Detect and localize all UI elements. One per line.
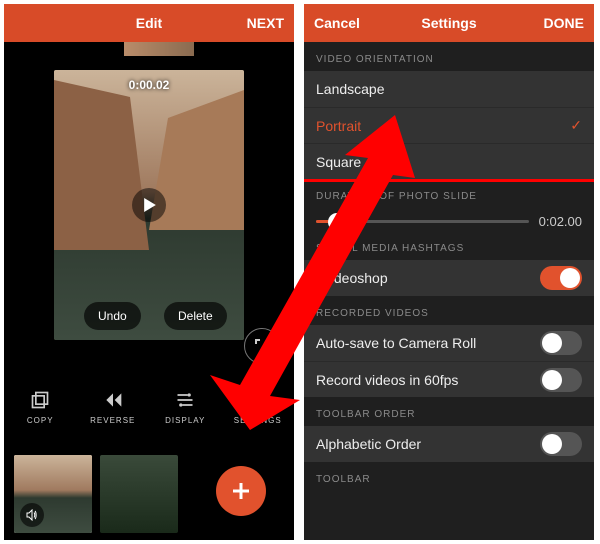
section-heading: DURATION OF PHOTO SLIDE bbox=[304, 179, 594, 208]
60fps-row: Record videos in 60fps bbox=[304, 361, 594, 397]
hashtag-label: #videoshop bbox=[316, 270, 388, 286]
section-heading: RECORDED VIDEOS bbox=[304, 296, 594, 325]
hashtag-toggle[interactable] bbox=[540, 266, 582, 290]
fullscreen-button[interactable] bbox=[244, 328, 280, 364]
cancel-button[interactable]: Cancel bbox=[314, 15, 360, 31]
tool-label: COPY bbox=[27, 416, 54, 425]
reverse-button[interactable]: REVERSE bbox=[77, 390, 150, 425]
alphabetic-toggle[interactable] bbox=[540, 432, 582, 456]
tool-label: SETTINGS bbox=[234, 416, 282, 425]
edit-toolbar: COPY REVERSE DISPLAY SETTINGS bbox=[4, 390, 294, 425]
edit-header: Edit NEXT bbox=[4, 4, 294, 42]
timeline-strip[interactable] bbox=[4, 42, 294, 56]
row-label: Auto-save to Camera Roll bbox=[316, 335, 476, 351]
tool-label: REVERSE bbox=[90, 416, 135, 425]
preview-timestamp: 0:00.02 bbox=[129, 78, 170, 92]
duration-slider[interactable] bbox=[316, 220, 529, 223]
section-heading: VIDEO ORIENTATION bbox=[304, 42, 594, 71]
done-button[interactable]: DONE bbox=[544, 15, 584, 31]
delete-button[interactable]: Delete bbox=[164, 302, 227, 330]
undo-button[interactable]: Undo bbox=[84, 302, 141, 330]
section-heading: SOCIAL MEDIA HASHTAGS bbox=[304, 231, 594, 260]
tool-label: DISPLAY bbox=[165, 416, 205, 425]
add-clip-button[interactable] bbox=[216, 466, 266, 516]
settings-header: Cancel Settings DONE bbox=[304, 4, 594, 42]
next-button[interactable]: NEXT bbox=[247, 15, 284, 31]
row-label: Alphabetic Order bbox=[316, 436, 421, 452]
copy-button[interactable]: COPY bbox=[4, 390, 77, 425]
display-button[interactable]: DISPLAY bbox=[149, 390, 222, 425]
hashtag-row: #videoshop bbox=[304, 260, 594, 296]
settings-button[interactable]: SETTINGS bbox=[222, 390, 295, 425]
video-orientation-section: VIDEO ORIENTATION Landscape Portrait✓ Sq… bbox=[304, 42, 594, 179]
autosave-row: Auto-save to Camera Roll bbox=[304, 325, 594, 361]
row-label: Record videos in 60fps bbox=[316, 372, 458, 388]
autosave-toggle[interactable] bbox=[540, 331, 582, 355]
alphabetic-row: Alphabetic Order bbox=[304, 426, 594, 462]
settings-screen: Cancel Settings DONE VIDEO ORIENTATION L… bbox=[304, 4, 594, 540]
orientation-landscape[interactable]: Landscape bbox=[304, 71, 594, 107]
60fps-toggle[interactable] bbox=[540, 368, 582, 392]
settings-body[interactable]: VIDEO ORIENTATION Landscape Portrait✓ Sq… bbox=[304, 42, 594, 540]
mute-icon[interactable] bbox=[20, 503, 44, 527]
edit-screen: Edit NEXT 0:00.02 Undo Delete COPY RE bbox=[4, 4, 294, 540]
duration-slider-row: 0:02.00 bbox=[304, 208, 594, 231]
section-heading: TOOLBAR ORDER bbox=[304, 397, 594, 426]
section-heading: TOOLBAR bbox=[304, 462, 594, 491]
orientation-square[interactable]: Square bbox=[304, 143, 594, 179]
duration-value: 0:02.00 bbox=[539, 214, 582, 229]
video-preview[interactable]: 0:00.02 Undo Delete bbox=[54, 70, 244, 340]
play-button[interactable] bbox=[132, 188, 166, 222]
clip-thumbnail[interactable] bbox=[100, 455, 178, 533]
clip-thumbnail[interactable] bbox=[14, 455, 92, 533]
checkmark-icon: ✓ bbox=[570, 117, 582, 134]
orientation-portrait[interactable]: Portrait✓ bbox=[304, 107, 594, 143]
